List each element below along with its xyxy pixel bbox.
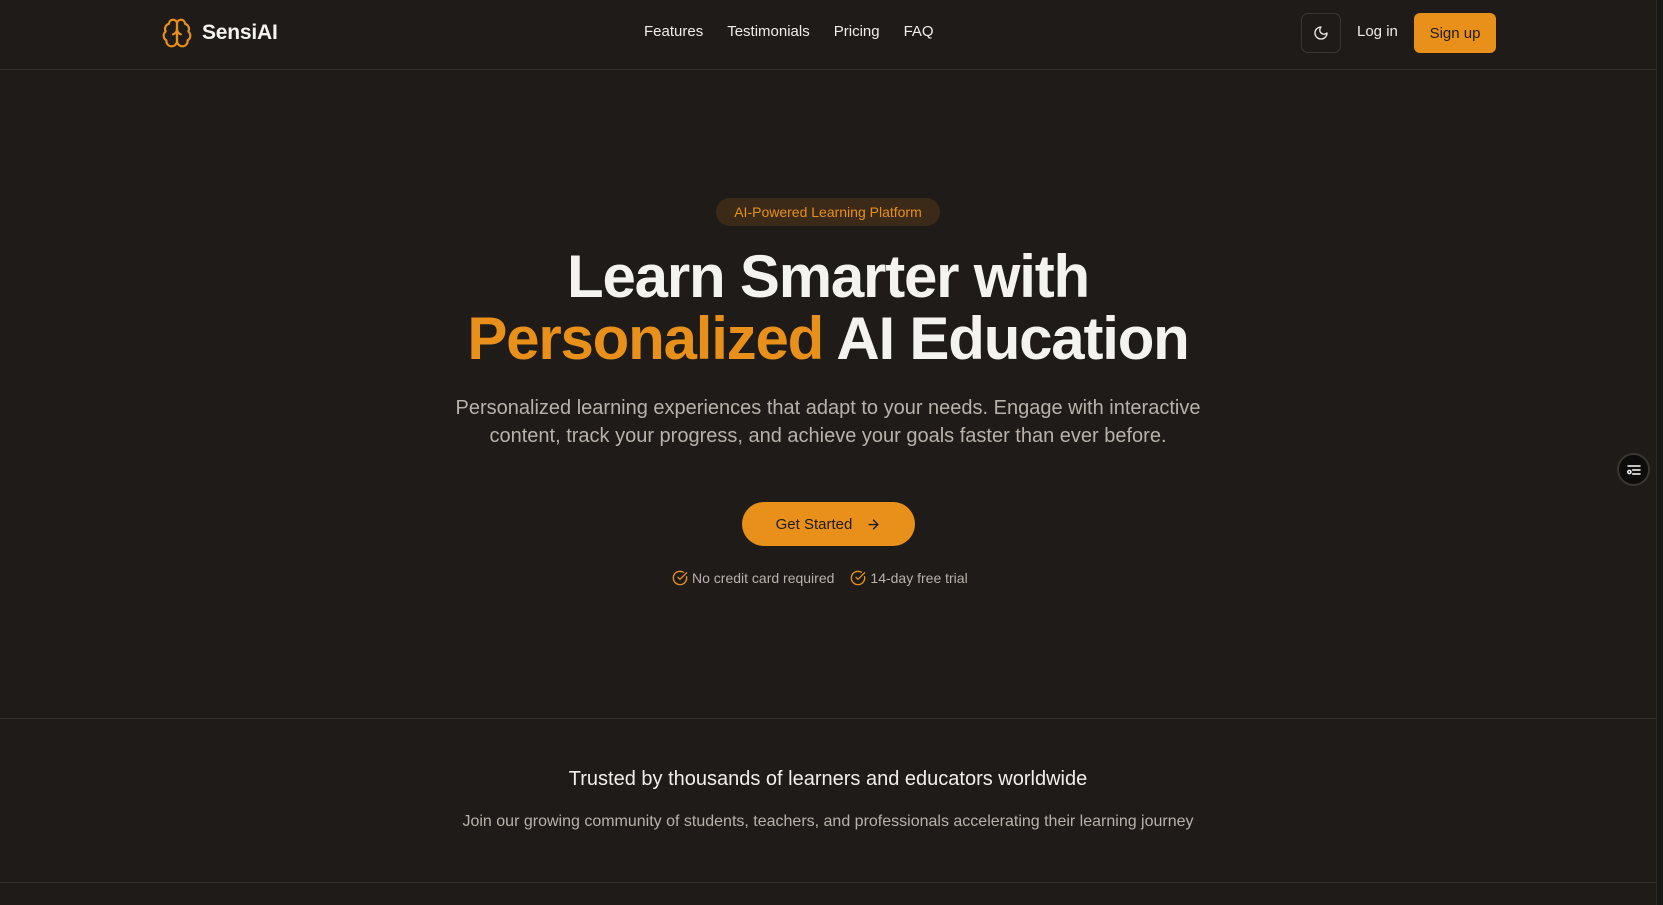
- top-navbar: SensiAI Features Testimonials Pricing FA…: [0, 0, 1656, 70]
- brand-logo[interactable]: SensiAI: [161, 17, 278, 49]
- nav-item-pricing[interactable]: Pricing: [834, 23, 880, 40]
- hero-headline: Learn Smarter with Personalized AI Educa…: [0, 246, 1656, 370]
- hero-badge: AI-Powered Learning Platform: [716, 198, 940, 226]
- page-scrollbar[interactable]: [1656, 0, 1663, 905]
- section-divider: [0, 882, 1656, 883]
- get-started-button[interactable]: Get Started: [742, 502, 915, 546]
- check-circle-icon: [851, 570, 866, 586]
- perk-item: 14-day free trial: [850, 570, 968, 586]
- signup-button[interactable]: Sign up: [1414, 13, 1496, 53]
- nav-item-testimonials[interactable]: Testimonials: [727, 23, 810, 40]
- social-proof-subtitle: Join our growing community of students, …: [462, 813, 1194, 830]
- perk-label: No credit card required: [692, 570, 835, 586]
- hero-perks: No credit card required 14-day free tria…: [672, 570, 968, 586]
- section-divider: [0, 718, 1656, 719]
- headline-accent: Personalized: [467, 305, 824, 372]
- theme-toggle-button[interactable]: [1301, 13, 1341, 53]
- hero-section: AI-Powered Learning Platform Learn Smart…: [0, 70, 1656, 718]
- hero-subtitle: Personalized learning experiences that a…: [455, 397, 1201, 447]
- brain-icon: [162, 18, 192, 48]
- perk-item: No credit card required: [672, 570, 834, 586]
- moon-icon: [1314, 26, 1328, 40]
- check-circle-icon: [672, 570, 688, 586]
- login-link[interactable]: Log in: [1357, 23, 1398, 40]
- social-proof-title: Trusted by thousands of learners and edu…: [568, 768, 1088, 790]
- perk-label: 14-day free trial: [870, 570, 968, 586]
- brand-name: SensiAI: [202, 21, 278, 44]
- main-nav: Features Testimonials Pricing FAQ: [644, 23, 934, 40]
- headline-line-2: AI Education: [823, 305, 1189, 372]
- arrow-right-icon: [868, 518, 879, 530]
- get-started-label: Get Started: [775, 515, 853, 533]
- landing-page: SensiAI Features Testimonials Pricing FA…: [0, 0, 1663, 905]
- filter-list-icon: [1626, 464, 1641, 475]
- nav-item-features[interactable]: Features: [644, 23, 703, 40]
- headline-line-1: Learn Smarter with: [567, 243, 1090, 310]
- floating-widget-button[interactable]: [1617, 453, 1650, 486]
- nav-item-faq[interactable]: FAQ: [904, 23, 934, 40]
